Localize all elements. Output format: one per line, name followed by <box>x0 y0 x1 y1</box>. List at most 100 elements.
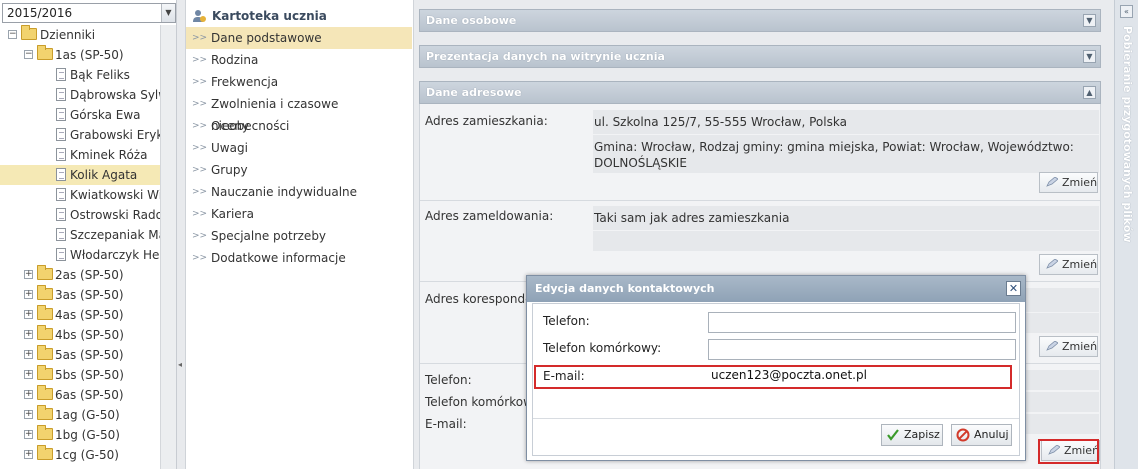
card-menu-item[interactable]: >> Rodzina <box>186 49 412 71</box>
tree-student-item[interactable]: Włodarczyk Helena <box>0 245 160 265</box>
tree-student-label: Górska Ewa <box>70 108 141 122</box>
card-menu-item[interactable]: >> Frekwencja <box>186 71 412 93</box>
card-menu-item[interactable]: >> Oceny <box>186 115 412 137</box>
card-menu-item[interactable]: >> Grupy <box>186 159 412 181</box>
tree-student-item[interactable]: Kwiatkowski Wikto <box>0 185 160 205</box>
tree-class-item[interactable]: +4bs (SP-50) <box>0 325 160 345</box>
phone-input[interactable] <box>708 312 1016 333</box>
tree-scrollbar[interactable] <box>160 25 176 469</box>
document-icon <box>56 108 66 121</box>
change-residence-button[interactable]: Zmień <box>1039 172 1098 193</box>
modal-phone-label: Telefon: <box>543 314 590 328</box>
collapse-icon[interactable]: − <box>8 30 17 39</box>
expand-icon[interactable]: + <box>24 450 33 459</box>
residence-label: Adres zamieszkania: <box>425 114 548 128</box>
expand-icon[interactable]: + <box>24 310 33 319</box>
tree-student-item[interactable]: Szczepaniak Macie <box>0 225 160 245</box>
change-label: Zmień <box>1062 258 1098 271</box>
collapse-strip[interactable]: ◂ <box>177 0 186 469</box>
registration-details <box>593 231 1099 251</box>
expand-icon[interactable]: + <box>24 350 33 359</box>
tree-student-item[interactable]: Grabowski Eryk <box>0 125 160 145</box>
tree-class-item[interactable]: +1cg (G-50) <box>0 445 160 465</box>
collapse-icon[interactable]: − <box>24 50 33 59</box>
card-title-text: Kartoteka ucznia <box>212 9 327 23</box>
section-website[interactable]: Prezentacja danych na witrynie ucznia ▼ <box>419 45 1101 68</box>
change-registration-button[interactable]: Zmień <box>1039 254 1098 275</box>
tree-student-item[interactable]: Kolik Agata <box>0 165 160 185</box>
tree-class-open[interactable]: − 1as (SP-50) <box>0 45 160 65</box>
year-select-value: 2015/2016 <box>7 6 73 20</box>
dialog-header: Edycja danych kontaktowych ✕ <box>527 276 1025 302</box>
tree-class-item[interactable]: +1bg (G-50) <box>0 425 160 445</box>
tree-student-label: Bąk Feliks <box>70 68 130 82</box>
tree-root[interactable]: − Dzienniki <box>0 25 160 45</box>
section-address[interactable]: Dane adresowe ▲ <box>419 81 1101 104</box>
expand-icon[interactable]: + <box>24 290 33 299</box>
cancel-button[interactable]: Anuluj <box>951 424 1012 446</box>
year-select[interactable]: 2015/2016 ▼ <box>2 3 176 23</box>
tree-student-item[interactable]: Górska Ewa <box>0 105 160 125</box>
card-menu-label: Grupy <box>211 163 248 177</box>
card-menu-item[interactable]: >> Dane podstawowe <box>186 27 412 49</box>
card-menu-item[interactable]: >> Uwagi <box>186 137 412 159</box>
card-menu-item[interactable]: >> Specjalne potrzeby <box>186 225 412 247</box>
close-icon[interactable]: ✕ <box>1006 281 1021 296</box>
chevron-down-icon[interactable]: ▼ <box>161 4 175 22</box>
dialog-title: Edycja danych kontaktowych <box>535 282 715 295</box>
expand-icon[interactable]: ▼ <box>1083 14 1096 27</box>
tree-class-item[interactable]: +6as (SP-50) <box>0 385 160 405</box>
mobile-input[interactable] <box>708 339 1016 360</box>
card-menu-item[interactable]: >> Zwolnienia i czasowe nieobecności <box>186 93 412 133</box>
files-panel[interactable]: « Pobieranie przygotowanych plików <box>1114 0 1138 469</box>
collapse-panel-icon[interactable]: « <box>1120 5 1133 18</box>
document-icon <box>56 68 66 81</box>
section-personal[interactable]: Dane osobowe ▼ <box>419 9 1101 32</box>
tree-student-label: Włodarczyk Helena <box>70 248 160 262</box>
section-address-title: Dane adresowe <box>426 86 522 99</box>
card-menu-item[interactable]: >> Nauczanie indywidualne <box>186 181 412 203</box>
contact-edit-dialog: Edycja danych kontaktowych ✕ Telefon: Te… <box>526 275 1026 461</box>
check-icon <box>887 429 899 441</box>
chevron-right-icon: >> <box>192 99 208 109</box>
save-button[interactable]: Zapisz <box>881 424 943 446</box>
tree-class-item[interactable]: +2as (SP-50) <box>0 265 160 285</box>
tree-class-item[interactable]: +4as (SP-50) <box>0 305 160 325</box>
tree-student-item[interactable]: Dąbrowska Sylwia <box>0 85 160 105</box>
collapse-icon[interactable]: ▲ <box>1083 86 1096 99</box>
tree-class-item[interactable]: +5as (SP-50) <box>0 345 160 365</box>
expand-icon[interactable]: + <box>24 330 33 339</box>
card-menu-label: Kariera <box>211 207 254 221</box>
folder-icon <box>37 385 53 400</box>
correspondence-label: Adres koresponden <box>425 292 541 306</box>
document-icon <box>56 128 66 141</box>
card-title: Kartoteka ucznia <box>192 7 327 25</box>
tree-class-item[interactable]: +1ag (G-50) <box>0 405 160 425</box>
expand-icon[interactable]: + <box>24 410 33 419</box>
card-menu-label: Oceny <box>211 119 250 133</box>
tree-class-item[interactable]: +3as (SP-50) <box>0 285 160 305</box>
document-icon <box>56 208 66 221</box>
tree-student-item[interactable]: Kminek Róża <box>0 145 160 165</box>
expand-icon[interactable]: ▼ <box>1083 50 1096 63</box>
cancel-label: Anuluj <box>974 428 1009 441</box>
folder-open-icon <box>37 45 53 60</box>
tree-student-item[interactable]: Ostrowski Radosła <box>0 205 160 225</box>
tree-class-label: 5bs (SP-50) <box>55 368 124 382</box>
student-card-menu: Kartoteka ucznia >> Dane podstawowe >> Rodz… <box>186 0 414 469</box>
expand-icon[interactable]: + <box>24 430 33 439</box>
registration-value: Taki sam jak adres zamieszkania <box>593 206 1099 230</box>
tree-student-item[interactable]: Bąk Feliks <box>0 65 160 85</box>
expand-icon[interactable]: + <box>24 370 33 379</box>
card-menu-label: Dane podstawowe <box>211 31 322 45</box>
card-menu-label: Dodatkowe informacje <box>211 251 346 265</box>
tree-class-item[interactable]: +5bs (SP-50) <box>0 365 160 385</box>
journal-tree: − Dzienniki − 1as (SP-50) Bąk Feliks Dąbr… <box>0 25 160 469</box>
expand-icon[interactable]: + <box>24 390 33 399</box>
change-correspondence-button[interactable]: Zmień <box>1039 336 1098 357</box>
expand-icon[interactable]: + <box>24 270 33 279</box>
card-menu-item[interactable]: >> Kariera <box>186 203 412 225</box>
card-menu-item[interactable]: >> Dodatkowe informacje <box>186 247 412 269</box>
tree-class-label: 1as (SP-50) <box>55 48 124 62</box>
collapse-arrow-icon[interactable]: ◂ <box>178 360 182 369</box>
